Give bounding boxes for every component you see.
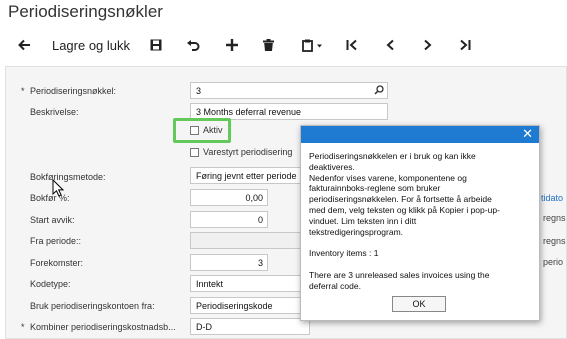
use-account-from-select[interactable]: Periodiseringskode — [190, 297, 310, 314]
mouse-cursor-icon — [52, 179, 64, 197]
start-offset-field[interactable]: 0 — [190, 211, 268, 228]
description-label: Beskrivelse: — [30, 107, 79, 117]
ok-button[interactable]: OK — [392, 296, 446, 312]
message-dialog: ✕ Periodiseringsnøkkelen er i bruk og ka… — [300, 125, 540, 321]
from-period-field[interactable] — [190, 232, 310, 249]
skip-last-icon — [460, 39, 471, 51]
copy-paste-menu-button[interactable] — [295, 28, 329, 62]
required-marker: * — [21, 86, 25, 96]
dialog-message-line: deferral code. — [309, 280, 361, 291]
right-fragment: perio — [543, 257, 564, 267]
close-icon[interactable]: ✕ — [522, 127, 533, 141]
save-and-close-button[interactable]: Lagre og lukk — [46, 28, 136, 62]
dialog-message-line: Nedenfor vises varene, komponentene og — [309, 172, 467, 183]
combine-sub-field[interactable]: D-D — [190, 318, 310, 335]
floppy-disk-icon — [150, 39, 162, 51]
clipboard-icon — [302, 39, 322, 52]
dialog-message-line: tekstredigeringsprogram. — [309, 226, 404, 237]
dialog-message-line: deaktiveres. — [309, 161, 355, 172]
add-button[interactable] — [220, 28, 244, 62]
code-type-select[interactable]: Inntekt — [190, 275, 310, 292]
plus-icon — [226, 39, 238, 51]
right-fragment[interactable]: tidato — [541, 193, 563, 203]
varestyrt-checkbox[interactable]: Varestyrt periodisering — [190, 147, 292, 157]
chevron-left-icon — [386, 39, 394, 51]
code-type-label: Kodetype: — [30, 279, 71, 289]
delete-button[interactable] — [256, 28, 280, 62]
key-label: Periodiseringsnøkkel: — [30, 86, 117, 96]
dialog-message-line: Inventory items : 1 — [309, 248, 379, 259]
first-record-button[interactable] — [341, 28, 363, 62]
last-record-button[interactable] — [454, 28, 476, 62]
dialog-message-line: Periodiseringsnøkkelen er i bruk og kan … — [309, 151, 476, 161]
from-period-label: Fra periode:: — [30, 236, 82, 246]
arrow-left-icon — [18, 39, 30, 51]
back-button[interactable] — [12, 28, 36, 62]
undo-button[interactable] — [181, 28, 205, 62]
checkbox-box[interactable] — [190, 125, 199, 135]
dialog-message-line: periodiseringsnøkkelen. For å fortsette … — [309, 194, 492, 205]
trash-icon — [262, 39, 274, 51]
occurrences-label: Forekomster: — [30, 258, 84, 268]
dialog-message-line: vinduet. Lim teksten inn i ditt — [309, 215, 417, 226]
toolbar: Lagre og lukk — [0, 28, 567, 62]
varestyrt-checkbox-label: Varestyrt periodisering — [203, 147, 293, 157]
checkbox-box[interactable] — [190, 147, 199, 157]
search-icon[interactable] — [374, 85, 384, 95]
dialog-message: Periodiseringsnøkkelen er i bruk og kan … — [309, 151, 537, 291]
occurrences-field[interactable]: 3 — [190, 254, 268, 271]
bokfor-pct-field[interactable]: 0,00 — [190, 189, 268, 206]
right-fragment: regns — [543, 213, 566, 223]
chevron-right-icon — [424, 39, 432, 51]
dialog-message-line: fakturainnboks-reglene som bruker — [309, 183, 441, 194]
dialog-message-line: There are 3 unreleased sales invoices us… — [309, 269, 490, 280]
method-label: Bokføringsmetode: — [30, 172, 106, 182]
required-marker: * — [21, 322, 25, 332]
undo-icon — [187, 40, 200, 51]
right-fragment: regns — [543, 236, 566, 246]
key-field[interactable]: 3 — [190, 82, 388, 99]
previous-record-button[interactable] — [379, 28, 401, 62]
dialog-header: ✕ — [301, 126, 539, 143]
active-checkbox-label: Aktiv — [203, 125, 223, 135]
start-offset-label: Start avvik: — [30, 215, 75, 225]
skip-first-icon — [346, 39, 357, 51]
method-select[interactable]: Føring jevnt etter periode — [190, 167, 310, 184]
next-record-button[interactable] — [417, 28, 439, 62]
dialog-message-line: med dem, velg teksten og klikk på Kopier… — [309, 204, 500, 215]
page-title: Periodiseringsnøkler — [8, 2, 163, 21]
active-checkbox[interactable]: Aktiv — [190, 125, 223, 135]
save-button[interactable] — [144, 28, 168, 62]
dialog-message-line — [309, 237, 537, 248]
dialog-message-line — [309, 259, 537, 270]
use-account-from-label: Bruk periodiseringskontoen fra: — [30, 301, 155, 311]
combine-sub-label: Kombiner periodiseringskostnadsb... — [30, 322, 176, 332]
